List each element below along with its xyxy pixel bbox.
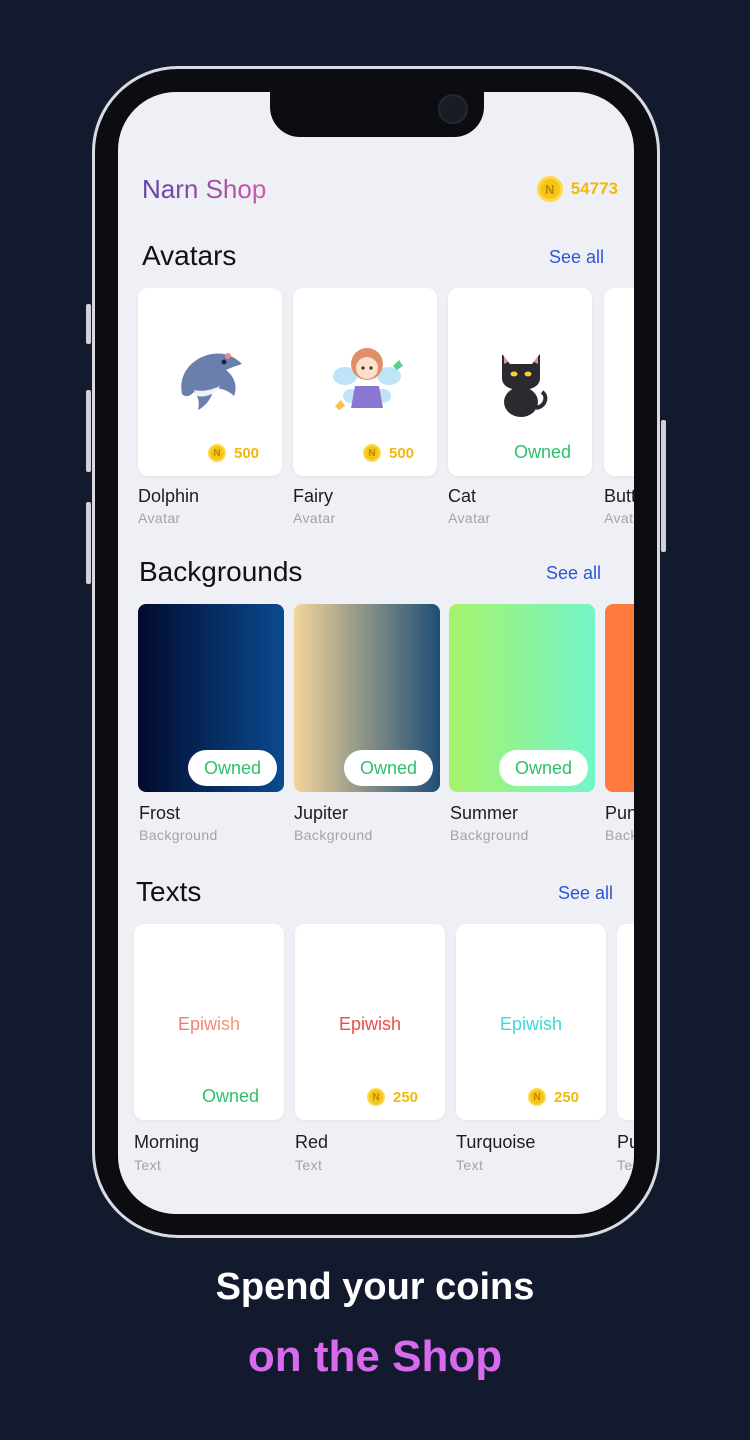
item-name: Cat (448, 486, 477, 506)
phone-notch (270, 92, 484, 137)
price-value: 500 (389, 444, 415, 462)
item-type: Te (617, 1157, 633, 1173)
coin-balance-value: 54773 (570, 179, 618, 198)
coin-icon: N (536, 176, 563, 202)
front-camera (438, 94, 468, 124)
dolphin-icon (181, 353, 242, 410)
text-card-morning[interactable]: Epiwish Owned (134, 924, 284, 1120)
item-name: Morning (134, 1132, 200, 1152)
background-card-frost[interactable]: Owned (138, 604, 284, 792)
background-card-summer[interactable]: Owned (449, 604, 595, 792)
phone-silent-switch (86, 304, 91, 344)
item-type: Text (456, 1157, 484, 1173)
item-type: Background (294, 827, 373, 843)
price-tag: N 500 (363, 444, 414, 462)
item-name: Red (295, 1132, 329, 1152)
background-card-partial[interactable] (605, 604, 634, 792)
text-sample: Epiwish (499, 1014, 563, 1034)
text-card-partial[interactable] (617, 924, 634, 1120)
avatar-card-dolphin[interactable]: N 500 (138, 288, 282, 476)
coin-icon: N (363, 444, 381, 462)
text-card-red[interactable]: Epiwish N 250 (295, 924, 445, 1120)
item-type: Avat (604, 510, 634, 526)
item-type: Text (134, 1157, 162, 1173)
item-name: Summer (450, 803, 519, 823)
coin-icon: N (367, 1088, 385, 1106)
avatar-card-fairy[interactable]: N 500 (293, 288, 437, 476)
black-cat-icon (502, 354, 548, 417)
item-type: Background (139, 827, 218, 843)
owned-pill: Owned (188, 750, 278, 786)
price-tag: N 250 (367, 1088, 418, 1106)
caption-line-2: on the Shop (247, 1332, 503, 1381)
price-value: 500 (234, 444, 260, 462)
item-name: Butt (604, 486, 634, 506)
item-name: Dolphin (138, 486, 200, 506)
item-type: Text (295, 1157, 323, 1173)
text-card-turquoise[interactable]: Epiwish N 250 (456, 924, 606, 1120)
item-name: Turquoise (456, 1132, 536, 1152)
background-card-jupiter[interactable]: Owned (294, 604, 440, 792)
coin-balance[interactable]: N 54773 (536, 176, 618, 202)
price-tag: N 250 (528, 1088, 579, 1106)
app-screen: Narn Shop N 54773 Avatars See all N 500 … (118, 92, 634, 1214)
item-type: Avatar (448, 510, 491, 526)
caption-line-1: Spend your coins (215, 1266, 535, 1308)
section-title-avatars: Avatars (142, 240, 237, 271)
phone-volume-up (86, 390, 91, 472)
section-title-texts: Texts (136, 876, 202, 907)
text-sample: Epiwish (338, 1014, 402, 1034)
item-name: Fairy (293, 486, 333, 506)
section-title-backgrounds: Backgrounds (139, 556, 303, 587)
item-name: Pun (605, 803, 634, 823)
backgrounds-see-all-link[interactable]: See all (546, 563, 601, 584)
item-type: Avatar (138, 510, 181, 526)
item-type: Avatar (293, 510, 336, 526)
phone-power-button (661, 420, 666, 552)
avatar-card-cat[interactable]: Owned (448, 288, 592, 476)
avatar-card-partial[interactable] (604, 288, 634, 476)
price-value: 250 (393, 1088, 419, 1106)
item-name: Jupiter (294, 803, 349, 823)
fairy-icon (333, 348, 403, 410)
owned-pill: Owned (499, 750, 589, 786)
item-type: Back (605, 827, 634, 843)
item-type: Background (450, 827, 529, 843)
phone-volume-down (86, 502, 91, 584)
coin-icon: N (528, 1088, 546, 1106)
coin-icon: N (208, 444, 226, 462)
price-value: 250 (554, 1088, 580, 1106)
item-name: Pu (617, 1132, 634, 1152)
item-name: Frost (139, 803, 181, 823)
price-tag: N 500 (208, 444, 259, 462)
avatars-see-all-link[interactable]: See all (549, 247, 604, 268)
shop-title: Narn Shop (142, 174, 267, 204)
owned-label: Owned (514, 442, 572, 462)
texts-see-all-link[interactable]: See all (558, 883, 613, 904)
owned-pill: Owned (344, 750, 434, 786)
text-sample: Epiwish (134, 1014, 284, 1035)
owned-label: Owned (202, 1086, 260, 1106)
